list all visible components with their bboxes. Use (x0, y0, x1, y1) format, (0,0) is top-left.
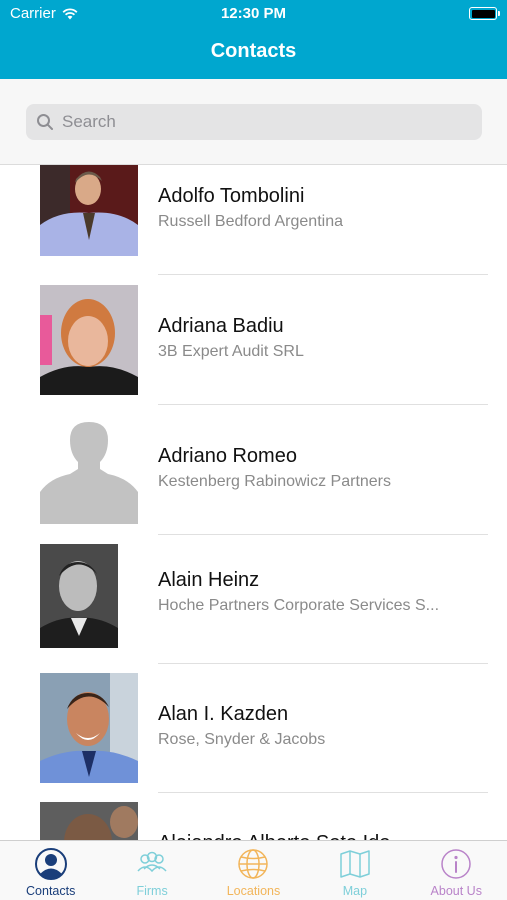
contact-photo (40, 673, 138, 783)
map-icon (340, 850, 370, 878)
search-input[interactable] (62, 112, 462, 132)
contact-row[interactable]: Alan I. Kazden Rose, Snyder & Jacobs (0, 663, 507, 793)
tab-about-us[interactable]: About Us (406, 841, 507, 900)
contact-row[interactable]: Alejandro Alberto Soto Ido (0, 792, 507, 840)
tab-label: About Us (430, 884, 482, 898)
contact-company: Rose, Snyder & Jacobs (158, 731, 326, 748)
battery-icon (469, 7, 500, 20)
contact-name: Adriano Romeo (158, 445, 297, 467)
globe-icon (238, 849, 269, 879)
contact-row[interactable]: Adriano Romeo Kestenberg Rabinowicz Part… (0, 405, 507, 535)
person-circle-icon (34, 848, 67, 880)
navigation-header: Carrier 12:30 PM Contacts (0, 0, 507, 79)
search-bar (0, 79, 507, 165)
contact-row[interactable]: Alain Heinz Hoche Partners Corporate Ser… (0, 534, 507, 664)
status-bar: Carrier 12:30 PM (0, 0, 507, 28)
search-field[interactable] (26, 104, 482, 140)
tab-label: Map (342, 884, 368, 898)
contact-photo-placeholder (40, 414, 138, 524)
search-icon (37, 114, 53, 130)
people-group-icon (137, 851, 167, 873)
contact-name: Alejandro Alberto Soto Ido (158, 832, 390, 840)
tab-label: Firms (136, 884, 168, 898)
tab-label: Contacts (26, 884, 76, 898)
contact-company: Kestenberg Rabinowicz Partners (158, 473, 392, 490)
contact-photo (40, 802, 138, 840)
contacts-list: Adolfo Tombolini Russell Bedford Argenti… (0, 165, 507, 840)
contact-row[interactable]: Adriana Badiu 3B Expert Audit SRL (0, 275, 507, 405)
tab-firms[interactable]: Firms (101, 841, 202, 900)
contact-name: Alain Heinz (158, 569, 260, 591)
contact-company: Russell Bedford Argentina (158, 213, 343, 230)
contact-company: 3B Expert Audit SRL (158, 343, 304, 360)
tab-label: Locations (226, 884, 281, 898)
contact-name: Adriana Badiu (158, 315, 284, 337)
tab-locations[interactable]: Locations (203, 841, 304, 900)
contact-name: Alan I. Kazden (158, 703, 289, 725)
page-title: Contacts (210, 40, 297, 62)
info-circle-icon (441, 849, 471, 879)
contact-photo (40, 544, 118, 648)
contact-company: Hoche Partners Corporate Services S... (158, 597, 440, 614)
contact-photo (40, 285, 138, 395)
tab-map[interactable]: Map (304, 841, 405, 900)
contact-name: Adolfo Tombolini (158, 185, 305, 207)
contact-photo (40, 165, 138, 256)
status-time: 12:30 PM (220, 5, 287, 22)
tab-bar: Contacts Firms Locations Map About Us (0, 840, 507, 900)
tab-contacts[interactable]: Contacts (0, 841, 101, 900)
